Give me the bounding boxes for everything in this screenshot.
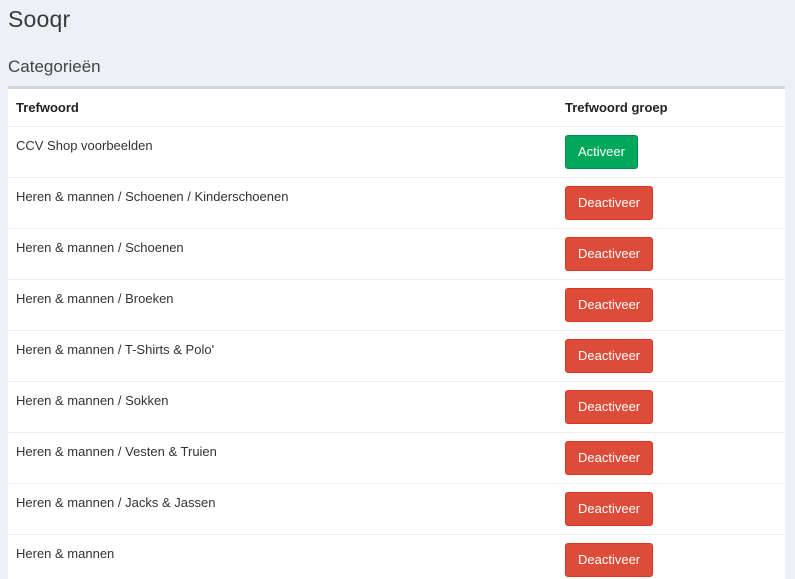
table-row: Heren & mannen Deactiveer: [8, 535, 785, 579]
deactivate-button[interactable]: Deactiveer: [565, 288, 653, 322]
deactivate-button[interactable]: Deactiveer: [565, 237, 653, 271]
keyword-cell: Heren & mannen / T-Shirts & Polo': [8, 331, 557, 382]
keyword-cell: Heren & mannen: [8, 535, 557, 579]
action-cell: Deactiveer: [557, 535, 785, 579]
action-cell: Deactiveer: [557, 280, 785, 331]
deactivate-button[interactable]: Deactiveer: [565, 492, 653, 526]
keyword-cell: Heren & mannen / Vesten & Truien: [8, 433, 557, 484]
table-row: Heren & mannen / T-Shirts & Polo' Deacti…: [8, 331, 785, 382]
table-row: Heren & mannen / Vesten & Truien Deactiv…: [8, 433, 785, 484]
table-row: CCV Shop voorbeelden Activeer: [8, 127, 785, 178]
categories-table: Trefwoord Trefwoord groep CCV Shop voorb…: [8, 89, 785, 579]
section-title: Categorieën: [8, 57, 101, 77]
categories-panel: Trefwoord Trefwoord groep CCV Shop voorb…: [8, 86, 785, 579]
table-header-row: Trefwoord Trefwoord groep: [8, 89, 785, 127]
action-cell: Deactiveer: [557, 331, 785, 382]
keyword-cell: CCV Shop voorbeelden: [8, 127, 557, 178]
column-header-keyword-group: Trefwoord groep: [557, 89, 785, 127]
keyword-cell: Heren & mannen / Broeken: [8, 280, 557, 331]
action-cell: Deactiveer: [557, 433, 785, 484]
keyword-cell: Heren & mannen / Schoenen / Kinderschoen…: [8, 178, 557, 229]
table-row: Heren & mannen / Jacks & Jassen Deactive…: [8, 484, 785, 535]
action-cell: Activeer: [557, 127, 785, 178]
table-row: Heren & mannen / Schoenen / Kinderschoen…: [8, 178, 785, 229]
deactivate-button[interactable]: Deactiveer: [565, 390, 653, 424]
keyword-cell: Heren & mannen / Sokken: [8, 382, 557, 433]
column-header-keyword: Trefwoord: [8, 89, 557, 127]
deactivate-button[interactable]: Deactiveer: [565, 339, 653, 373]
app-title: Sooqr: [8, 6, 70, 33]
table-row: Heren & mannen / Broeken Deactiveer: [8, 280, 785, 331]
action-cell: Deactiveer: [557, 484, 785, 535]
deactivate-button[interactable]: Deactiveer: [565, 186, 653, 220]
table-row: Heren & mannen / Schoenen Deactiveer: [8, 229, 785, 280]
keyword-cell: Heren & mannen / Jacks & Jassen: [8, 484, 557, 535]
activate-button[interactable]: Activeer: [565, 135, 638, 169]
action-cell: Deactiveer: [557, 382, 785, 433]
keyword-cell: Heren & mannen / Schoenen: [8, 229, 557, 280]
action-cell: Deactiveer: [557, 178, 785, 229]
deactivate-button[interactable]: Deactiveer: [565, 543, 653, 577]
table-row: Heren & mannen / Sokken Deactiveer: [8, 382, 785, 433]
action-cell: Deactiveer: [557, 229, 785, 280]
deactivate-button[interactable]: Deactiveer: [565, 441, 653, 475]
